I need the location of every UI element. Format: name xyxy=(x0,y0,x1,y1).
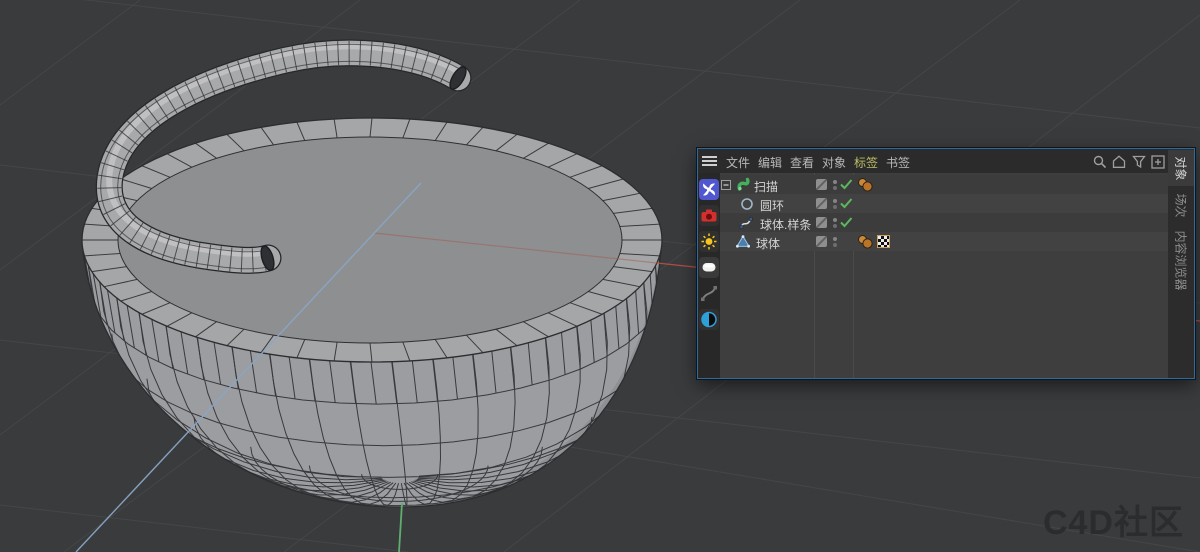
menu-tags[interactable]: 标签 xyxy=(854,154,878,171)
menu-edit[interactable]: 编辑 xyxy=(758,154,782,171)
watermark: C4D社区 xyxy=(1042,504,1184,542)
visibility-dots[interactable] xyxy=(831,216,839,230)
object-manager-panel: 文件 编辑 查看 对象 标签 书签 扫描 圆环 球体.样条 球体 对象 场次 内… xyxy=(697,148,1195,379)
collapse-expander[interactable] xyxy=(721,180,731,190)
contrast-icon[interactable] xyxy=(699,309,719,330)
c4d-application: C4D社区 文件 编辑 查看 对象 标签 书签 扫描 圆环 球体.样条 球体 对… xyxy=(0,0,1200,552)
add-layer-icon[interactable] xyxy=(1151,155,1165,169)
menu-bookmarks[interactable]: 书签 xyxy=(886,154,910,171)
layer-chip[interactable] xyxy=(816,236,827,247)
enabled-check-icon[interactable] xyxy=(840,179,853,190)
object-tree: 扫描 圆环 球体.样条 球体 xyxy=(720,173,1169,378)
sun-icon[interactable] xyxy=(699,231,719,252)
enabled-check-icon[interactable] xyxy=(840,217,853,228)
pinwheel-icon[interactable] xyxy=(699,179,719,200)
sweep-object-icon xyxy=(737,177,750,191)
tree-row-circle[interactable]: 圆环 xyxy=(720,194,1169,213)
object-label: 圆环 xyxy=(760,199,785,213)
spline-palette-icon[interactable] xyxy=(699,283,719,304)
camera-icon[interactable] xyxy=(699,205,719,226)
spline-icon xyxy=(739,217,753,229)
object-label: 球体.样条 xyxy=(760,218,812,232)
menu-hamburger-icon[interactable] xyxy=(702,156,717,167)
polygon-sphere-icon xyxy=(736,235,750,248)
palette-strip xyxy=(698,173,720,378)
circle-spline-icon xyxy=(741,198,753,210)
object-manager-menubar: 文件 编辑 查看 对象 标签 书签 xyxy=(698,149,1194,173)
texture-tag-icon[interactable] xyxy=(877,235,890,248)
tab-content-browser[interactable]: 内容浏览器 xyxy=(1168,225,1194,295)
phong-tag-icon[interactable] xyxy=(857,177,874,192)
tree-row-sweep[interactable]: 扫描 xyxy=(720,175,1169,194)
menu-view[interactable]: 查看 xyxy=(790,154,814,171)
tree-row-sphere-spline[interactable]: 球体.样条 xyxy=(720,213,1169,232)
layer-chip[interactable] xyxy=(816,198,827,209)
visibility-dots[interactable] xyxy=(831,178,839,192)
side-tab-strip: 对象 场次 内容浏览器 xyxy=(1168,149,1194,378)
visibility-dots[interactable] xyxy=(831,197,839,211)
search-icon[interactable] xyxy=(1093,155,1107,169)
light-pill-icon[interactable] xyxy=(699,257,719,278)
visibility-dots[interactable] xyxy=(831,235,839,249)
tab-takes[interactable]: 场次 xyxy=(1168,188,1194,222)
home-icon[interactable] xyxy=(1112,155,1126,169)
layer-chip[interactable] xyxy=(816,217,827,228)
enabled-check-icon[interactable] xyxy=(840,198,853,209)
menu-file[interactable]: 文件 xyxy=(726,154,750,171)
menu-objects[interactable]: 对象 xyxy=(822,154,846,171)
tab-objects[interactable]: 对象 xyxy=(1168,150,1194,186)
layer-chip[interactable] xyxy=(816,179,827,190)
phong-tag-icon[interactable] xyxy=(857,234,874,249)
tree-row-sphere[interactable]: 球体 xyxy=(720,232,1169,251)
object-label: 扫描 xyxy=(754,180,779,194)
filter-icon[interactable] xyxy=(1132,155,1146,169)
object-label: 球体 xyxy=(756,237,781,251)
